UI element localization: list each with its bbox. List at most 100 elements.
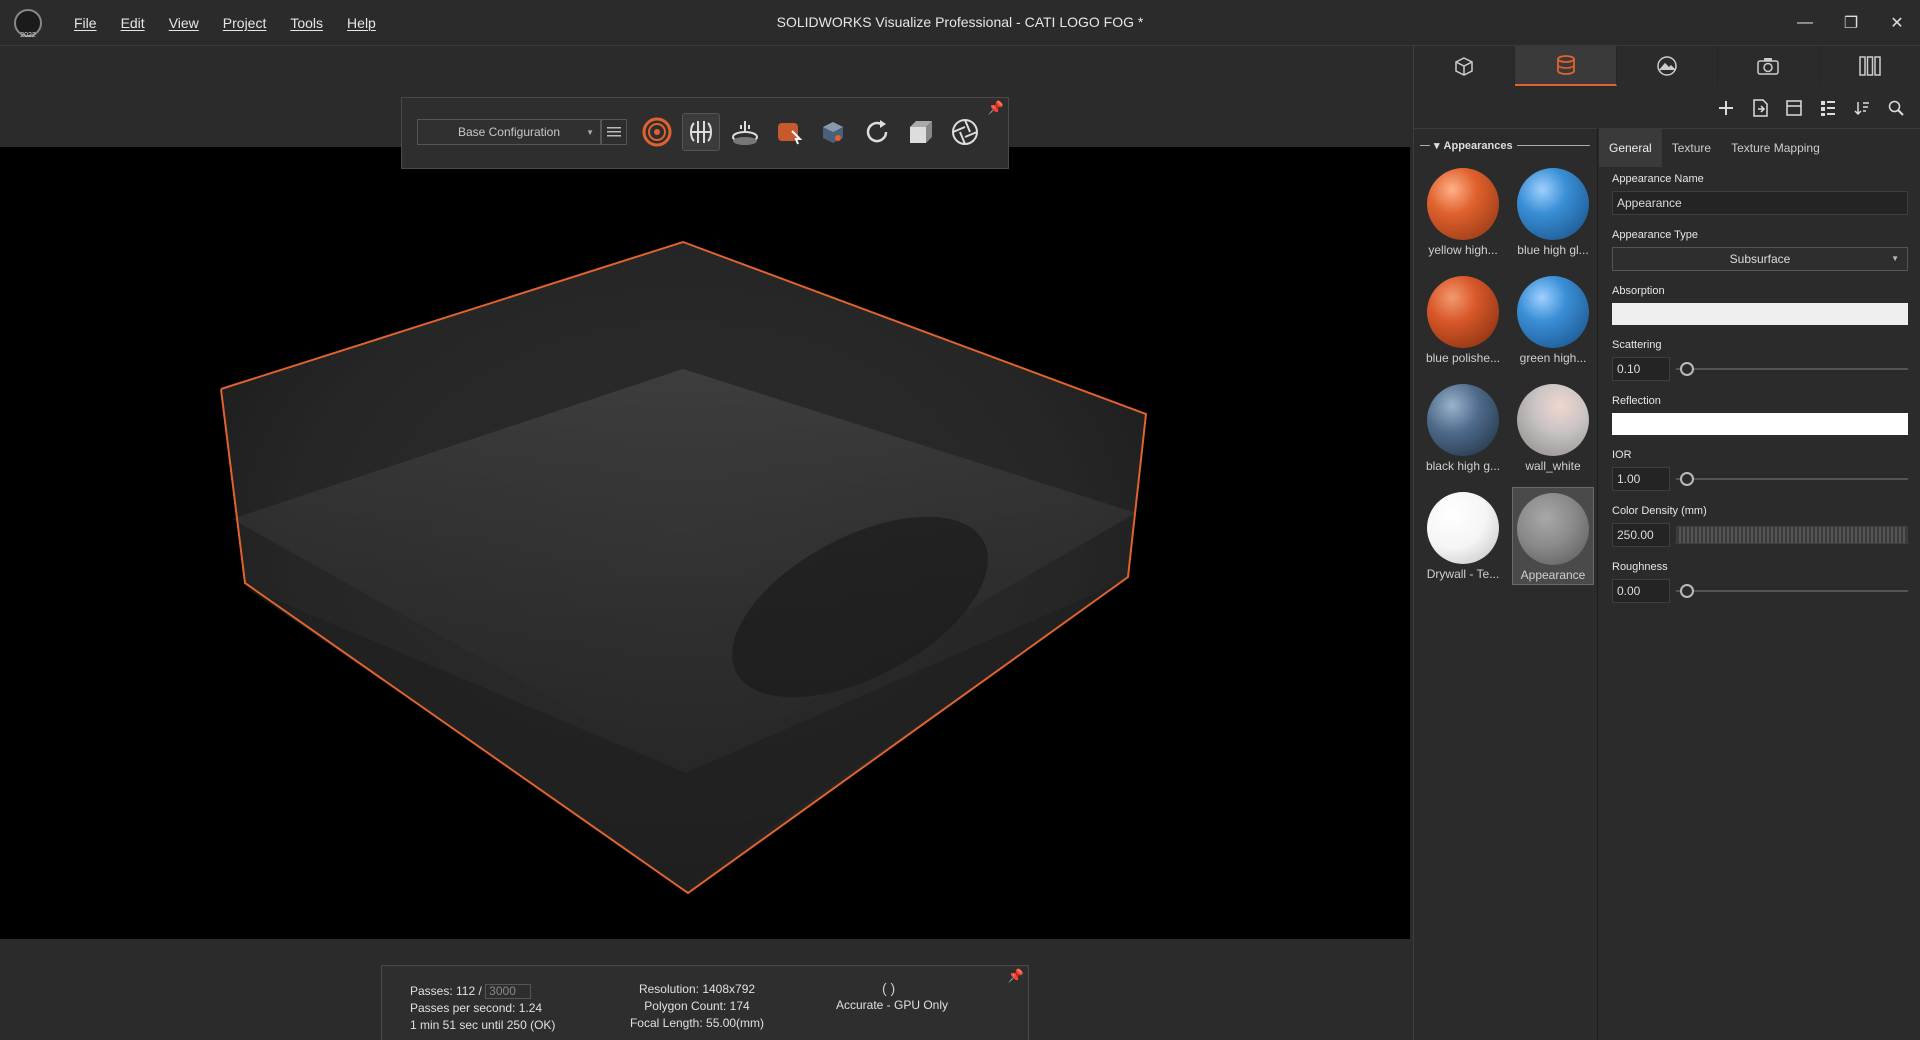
search-icon[interactable]: [1884, 96, 1908, 120]
menu-file[interactable]: File: [62, 15, 109, 31]
turntable-icon[interactable]: [726, 113, 764, 151]
color-density-label: Color Density (mm): [1612, 505, 1707, 517]
appearance-label: blue polishe...: [1425, 351, 1501, 365]
sort-icon[interactable]: [1850, 96, 1874, 120]
tab-general[interactable]: General: [1599, 129, 1662, 167]
appearances-icon[interactable]: [638, 113, 676, 151]
render-status-panel: Passes: 112 / 3000 Passes per second: 1.…: [381, 965, 1029, 1040]
scene-icon[interactable]: [814, 113, 852, 151]
library-icon: [1859, 56, 1881, 76]
pin-icon[interactable]: 📌: [1008, 968, 1024, 984]
appearance-thumbnail[interactable]: green high...: [1512, 271, 1594, 369]
menu-view[interactable]: View: [157, 15, 211, 31]
absorption-label: Absorption: [1612, 285, 1665, 297]
menu-tools[interactable]: Tools: [278, 15, 335, 31]
slider-handle[interactable]: [1680, 584, 1694, 598]
appearance-thumbnail[interactable]: yellow high...: [1422, 163, 1504, 261]
menu-project[interactable]: Project: [211, 15, 279, 31]
appearances-tab[interactable]: [1515, 46, 1617, 86]
library-title: Appearances: [1443, 139, 1513, 152]
refresh-icon[interactable]: [858, 113, 896, 151]
color-density-slider[interactable]: [1676, 526, 1908, 544]
time-remaining: 1 min 51 sec until 250 (OK): [410, 1018, 556, 1032]
appearance-type-label: Appearance Type: [1612, 229, 1699, 241]
focal-length-text: Focal Length: 55.00(mm): [629, 1016, 765, 1030]
appearance-pick-icon[interactable]: [770, 113, 808, 151]
close-button[interactable]: ✕: [1874, 0, 1920, 46]
import-icon[interactable]: [1748, 96, 1772, 120]
libraries-tab[interactable]: [1820, 46, 1920, 86]
appearance-grid: yellow high... blue high gl... blue poli…: [1422, 163, 1594, 585]
resolution-text: Resolution: 1408x792: [638, 982, 756, 996]
layout-icon[interactable]: [1782, 96, 1806, 120]
palette-toolbar: [1714, 96, 1908, 120]
grid-view-icon[interactable]: [1816, 96, 1840, 120]
roughness-label: Roughness: [1612, 561, 1668, 573]
scattering-control: 0.10: [1612, 357, 1908, 381]
appearance-thumbnail[interactable]: blue polishe...: [1422, 271, 1504, 369]
slider-handle[interactable]: [1680, 362, 1694, 376]
render-viewport[interactable]: [0, 147, 1410, 939]
configuration-select[interactable]: Base Configuration ▼: [417, 119, 601, 145]
add-icon[interactable]: [1714, 96, 1738, 120]
appearance-thumbnail[interactable]: wall_white: [1512, 379, 1594, 477]
appearance-thumbnail[interactable]: Drywall - Te...: [1422, 487, 1504, 585]
material-sphere: [1427, 276, 1499, 348]
color-density-control: 250.00: [1612, 523, 1908, 547]
absorption-color-swatch[interactable]: [1612, 303, 1908, 325]
tab-texture-mapping[interactable]: Texture Mapping: [1721, 129, 1830, 167]
pin-icon[interactable]: 📌: [988, 100, 1004, 116]
roughness-input[interactable]: 0.00: [1612, 579, 1670, 603]
appearance-thumbnail-selected[interactable]: Appearance: [1512, 487, 1594, 585]
models-tab[interactable]: [1414, 46, 1516, 86]
minimize-button[interactable]: —: [1782, 0, 1828, 46]
appearance-label: green high...: [1519, 351, 1587, 365]
render-progress: Passes: 112 / 3000 Passes per second: 1.…: [410, 983, 555, 1034]
slider-handle[interactable]: [1680, 472, 1694, 486]
model-icon[interactable]: [682, 113, 720, 151]
scattering-slider[interactable]: [1676, 362, 1908, 376]
menu-bar: File Edit View Project Tools Help: [62, 0, 388, 46]
tab-texture[interactable]: Texture: [1662, 129, 1721, 167]
restore-button[interactable]: ❐: [1828, 0, 1874, 46]
scenes-tab[interactable]: [1617, 46, 1719, 86]
ior-input[interactable]: 1.00: [1612, 467, 1670, 491]
render-icon[interactable]: [946, 113, 984, 151]
material-sphere: [1517, 493, 1589, 565]
list-icon: [607, 127, 621, 137]
palette-tabs: [1414, 46, 1920, 86]
material-sphere: [1517, 276, 1589, 348]
divider: [1420, 145, 1430, 146]
scattering-input[interactable]: 0.10: [1612, 357, 1670, 381]
scattering-label: Scattering: [1612, 339, 1662, 351]
camera-icon[interactable]: [902, 113, 940, 151]
roughness-slider[interactable]: [1676, 584, 1908, 598]
appearance-name-label: Appearance Name: [1612, 173, 1704, 185]
menu-help[interactable]: Help: [335, 15, 388, 31]
appearance-label: blue high gl...: [1517, 243, 1589, 257]
collapse-arrow-icon: ▾: [1434, 140, 1440, 152]
appearance-thumbnail[interactable]: blue high gl...: [1512, 163, 1594, 261]
library-header[interactable]: ▾ Appearances: [1420, 139, 1590, 152]
appearance-properties: General Texture Texture Mapping Appearan…: [1599, 128, 1920, 1040]
viewport-area: Base Configuration ▼ 📌 Passes: 112 / 300…: [0, 46, 1412, 1040]
reflection-color-swatch[interactable]: [1612, 413, 1908, 435]
configuration-value: Base Configuration: [457, 125, 561, 139]
cube-icon: [1455, 57, 1473, 76]
main-toolbar: Base Configuration ▼ 📌: [401, 97, 1009, 169]
appearance-thumbnail[interactable]: black high g...: [1422, 379, 1504, 477]
menu-edit[interactable]: Edit: [109, 15, 157, 31]
ior-slider[interactable]: [1676, 472, 1908, 486]
color-density-input[interactable]: 250.00: [1612, 523, 1670, 547]
appearance-label: Drywall - Te...: [1426, 567, 1500, 581]
appearance-type-select[interactable]: Subsurface ▼: [1612, 247, 1908, 271]
camera-icon: [1757, 58, 1780, 75]
appearance-name-input[interactable]: Appearance: [1612, 191, 1908, 215]
render-mode-icon[interactable]: ( ): [882, 980, 895, 996]
app-logo-icon[interactable]: 2022: [14, 9, 42, 39]
passes-target-input[interactable]: 3000: [485, 984, 532, 1000]
configuration-menu-button[interactable]: [601, 119, 627, 145]
chevron-down-icon: ▼: [1891, 254, 1899, 263]
render-mode-text: Accurate - GPU Only: [835, 998, 949, 1012]
cameras-tab[interactable]: [1718, 46, 1820, 86]
